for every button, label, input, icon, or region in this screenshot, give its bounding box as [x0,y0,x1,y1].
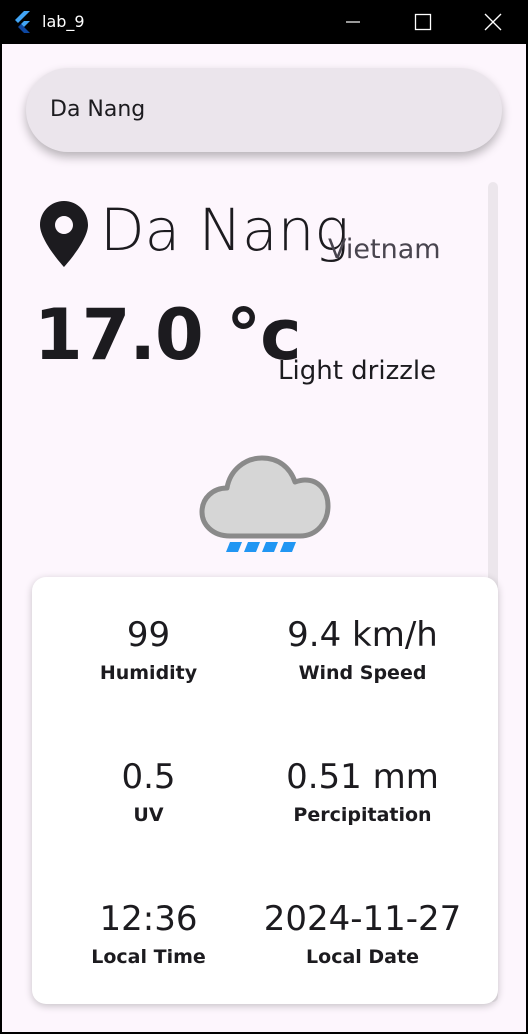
minimize-icon [346,21,360,23]
stat-value: 12:36 [99,899,198,939]
close-icon [484,13,502,31]
stat-local-date: 2024-11-27 Local Date [246,899,479,969]
stat-precipitation: 0.51 mm Percipitation [246,757,479,827]
city-search-value[interactable]: Da Nang [50,97,145,122]
stat-label: Local Date [306,946,419,968]
stat-label: Humidity [99,662,198,684]
stat-label: UV [133,804,164,826]
minimize-button[interactable] [318,0,388,44]
location-pin-icon [40,201,88,267]
app-body: Da Nang Da Nang Vietnam 17.0 °c Light dr… [2,44,526,1032]
weather-stats-card: 99 Humidity 9.4 km/h Wind Speed 0.5 UV 0… [32,577,498,1004]
stat-value: 9.4 km/h [287,615,438,655]
flutter-app-icon [15,11,30,33]
maximize-button[interactable] [388,0,458,44]
stat-uv: 0.5 UV [32,757,265,827]
stat-label: Percipitation [293,804,432,826]
stat-label: Local Time [91,946,206,968]
stat-value: 99 [126,615,171,655]
window-titlebar[interactable]: lab_9 [0,0,528,44]
maximize-icon [414,13,432,31]
stat-value: 0.51 mm [286,757,439,797]
country-name: Vietnam [328,234,441,265]
stat-local-time: 12:36 Local Time [32,899,265,969]
close-button[interactable] [458,0,528,44]
city-name: Da Nang [100,196,350,264]
temperature: 17.0 °c [34,294,302,376]
stat-label: Wind Speed [298,662,427,684]
stat-humidity: 99 Humidity [32,615,265,685]
cloud-rain-icon [199,455,331,552]
stat-value: 0.5 [121,757,176,797]
stat-wind-speed: 9.4 km/h Wind Speed [246,615,479,685]
weather-condition: Light drizzle [278,356,437,386]
window-title: lab_9 [42,12,85,31]
stat-value: 2024-11-27 [263,899,462,939]
city-search-field[interactable]: Da Nang [26,68,502,152]
